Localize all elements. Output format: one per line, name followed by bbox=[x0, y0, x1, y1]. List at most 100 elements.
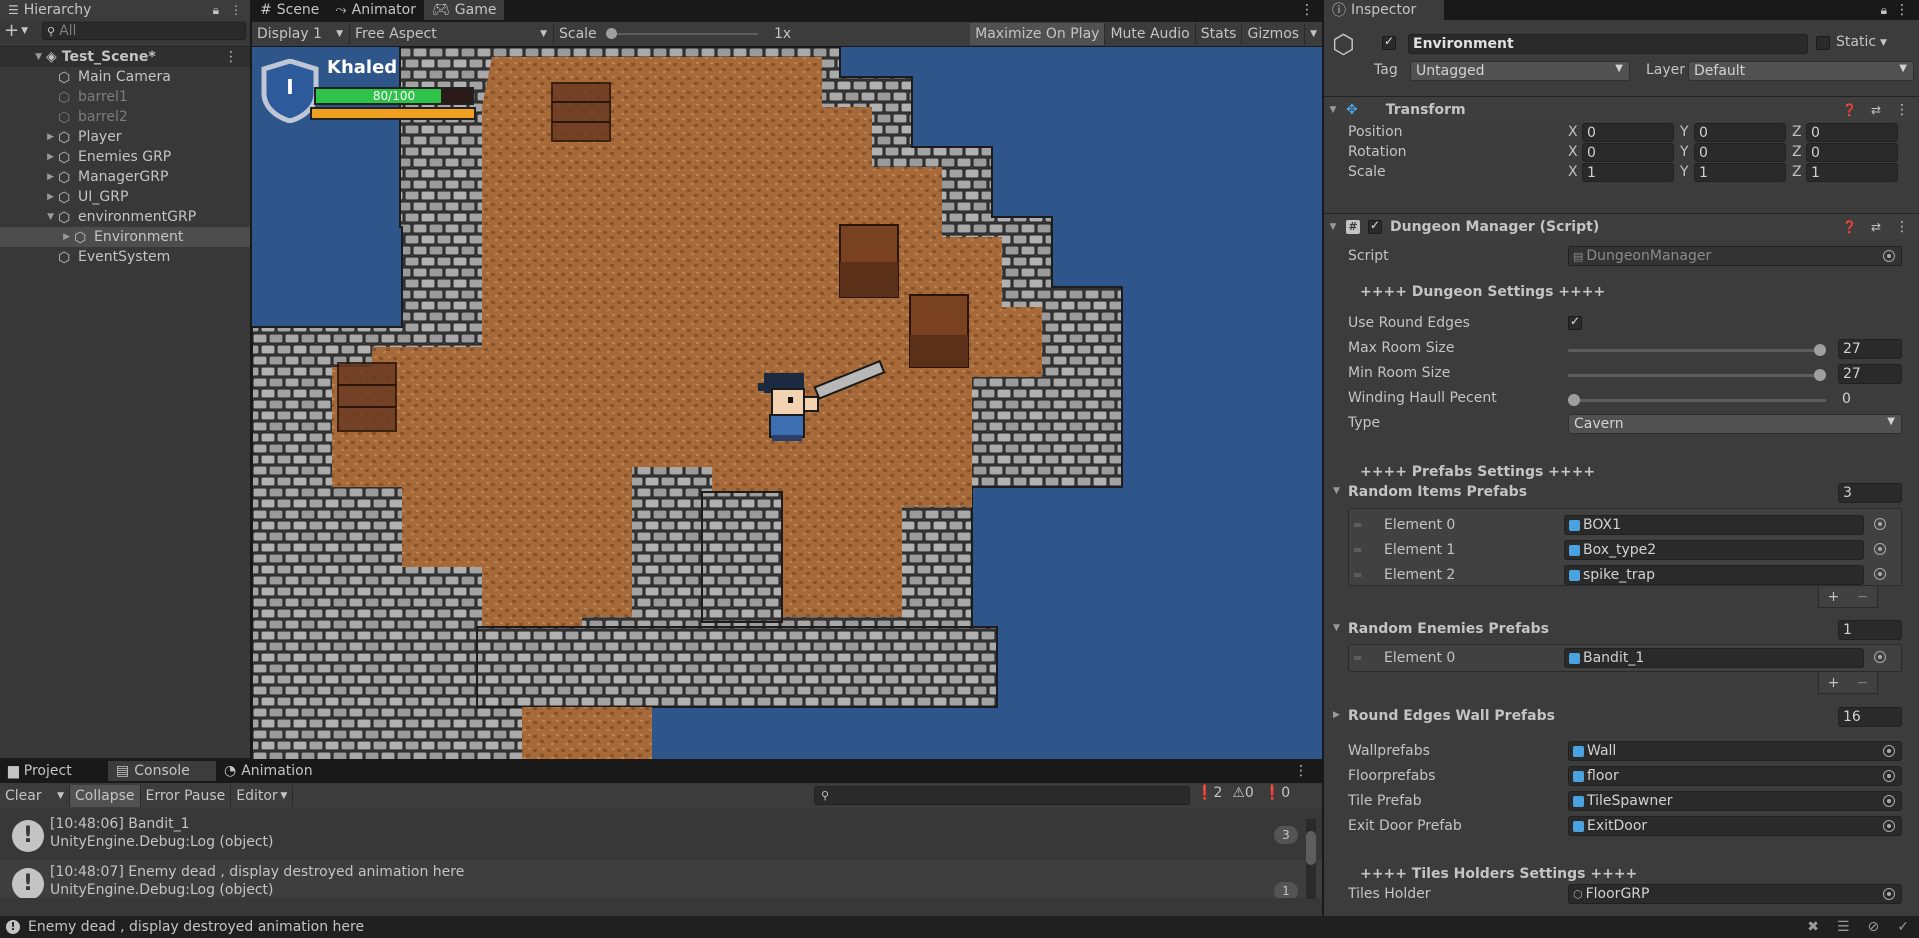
fold-arrow-icon[interactable]: ▼ bbox=[1333, 623, 1340, 633]
max-room-field[interactable]: 27 bbox=[1838, 339, 1902, 359]
transform-z-field[interactable]: 0 bbox=[1806, 123, 1898, 142]
object-picker-icon[interactable] bbox=[1883, 745, 1895, 757]
script-enabled-checkbox[interactable] bbox=[1368, 218, 1382, 234]
cache-icon[interactable]: ☰ bbox=[1837, 919, 1850, 935]
min-room-slider[interactable] bbox=[1568, 374, 1826, 377]
tab-console[interactable]: ▤ Console bbox=[108, 761, 216, 781]
tag-dropdown[interactable]: Untagged ▼ bbox=[1410, 61, 1630, 81]
clear-button[interactable]: Clear ▼ bbox=[0, 785, 70, 807]
prefab-ref-field[interactable]: floor bbox=[1568, 766, 1902, 786]
scene-menu-icon[interactable]: ⋮ bbox=[224, 49, 238, 65]
status-message[interactable]: Enemy dead , display destroyed animation… bbox=[28, 919, 364, 935]
progress-icon[interactable]: ✓ bbox=[1897, 919, 1909, 935]
static-checkbox[interactable] bbox=[1816, 36, 1830, 50]
editor-dropdown[interactable]: Editor ▼ bbox=[231, 785, 294, 807]
hierarchy-item[interactable]: ▶ ⬡ Enemies GRP bbox=[0, 147, 250, 167]
bottom-more-icon[interactable]: ⋮ bbox=[1294, 763, 1308, 779]
fold-arrow-icon[interactable]: ▼ bbox=[1333, 486, 1340, 496]
round-walls-count[interactable]: 16 bbox=[1838, 707, 1902, 727]
fold-arrow-icon[interactable]: ▼ bbox=[0, 212, 58, 222]
error-filter[interactable]: ❗2 bbox=[1196, 785, 1222, 801]
scrollbar-thumb[interactable] bbox=[1306, 831, 1316, 865]
inspector-more-icon[interactable]: ⋮ bbox=[1895, 2, 1909, 18]
object-name-field[interactable]: Environment bbox=[1408, 34, 1808, 54]
min-room-slider-knob[interactable] bbox=[1814, 369, 1826, 381]
transform-header[interactable]: ▼ ✥ Transform ❓ ⇄ ⋮ bbox=[1324, 96, 1919, 122]
log-entry[interactable]: ! [10:48:06] Bandit_1 UnityEngine.Debug:… bbox=[0, 812, 1322, 860]
gizmos-dropdown-icon[interactable]: ▼ bbox=[1305, 23, 1322, 45]
element-object-field[interactable]: BOX1 bbox=[1564, 515, 1864, 535]
transform-x-field[interactable]: 1 bbox=[1582, 163, 1674, 182]
object-picker-icon[interactable] bbox=[1883, 795, 1895, 807]
aspect-dropdown[interactable]: Free Aspect ▼ bbox=[350, 23, 554, 45]
hierarchy-item[interactable]: ⬡ EventSystem bbox=[0, 247, 250, 267]
hierarchy-item[interactable]: ▶ ⬡ UI_GRP bbox=[0, 187, 250, 207]
hierarchy-search[interactable]: ⚲ All bbox=[42, 22, 246, 40]
fold-arrow-icon[interactable]: ▼ bbox=[1324, 105, 1342, 115]
max-room-slider-knob[interactable] bbox=[1814, 344, 1826, 356]
fold-arrow-icon[interactable]: ▶ bbox=[0, 172, 58, 182]
object-picker-icon[interactable] bbox=[1883, 770, 1895, 782]
collapse-button[interactable]: Collapse bbox=[70, 785, 141, 807]
object-picker-icon[interactable] bbox=[1883, 888, 1895, 900]
hierarchy-item[interactable]: ▼ ⬡ environmentGRP bbox=[0, 207, 250, 227]
object-picker-icon[interactable] bbox=[1874, 651, 1886, 663]
drag-handle-icon[interactable]: ═ bbox=[1354, 651, 1361, 665]
tab-scene[interactable]: # Scene bbox=[252, 0, 327, 20]
winding-slider[interactable] bbox=[1568, 399, 1826, 402]
fold-arrow-icon[interactable]: ▶ bbox=[1333, 710, 1340, 720]
transform-y-field[interactable]: 0 bbox=[1694, 143, 1786, 162]
random-enemies-count[interactable]: 1 bbox=[1838, 620, 1902, 640]
add-element-button[interactable]: + bbox=[1828, 589, 1840, 605]
gizmos-button[interactable]: Gizmos bbox=[1242, 23, 1306, 45]
transform-x-field[interactable]: 0 bbox=[1582, 123, 1674, 142]
tab-hierarchy[interactable]: ☰ Hierarchy 🔒︎ ⋮ bbox=[0, 0, 250, 20]
active-checkbox[interactable] bbox=[1382, 34, 1396, 50]
object-picker-icon[interactable] bbox=[1883, 820, 1895, 832]
winding-field[interactable]: 0 bbox=[1838, 389, 1902, 409]
lock-icon[interactable]: 🔒︎ bbox=[1881, 3, 1887, 18]
warning-filter[interactable]: ⚠0 bbox=[1232, 785, 1253, 801]
log-entry[interactable]: ! [10:48:07] Enemy dead , display destro… bbox=[0, 860, 1322, 898]
console-search[interactable]: ⚲ bbox=[814, 786, 1190, 805]
prefab-ref-field[interactable]: Wall bbox=[1568, 741, 1902, 761]
maximize-on-play-button[interactable]: Maximize On Play bbox=[970, 23, 1106, 45]
info-filter[interactable]: ❗0 bbox=[1264, 785, 1290, 801]
stats-button[interactable]: Stats bbox=[1196, 23, 1243, 45]
static-toggle[interactable] bbox=[1816, 36, 1830, 54]
fold-arrow-icon[interactable]: ▶ bbox=[0, 232, 74, 242]
fold-arrow-icon[interactable]: ▶ bbox=[0, 132, 58, 142]
fold-arrow-icon[interactable]: ▶ bbox=[0, 192, 58, 202]
random-enemies-label[interactable]: Random Enemies Prefabs bbox=[1348, 621, 1549, 637]
component-menu-icon[interactable]: ⋮ bbox=[1895, 102, 1909, 118]
lock-icon[interactable]: 🔒︎ bbox=[213, 3, 219, 18]
max-room-slider[interactable] bbox=[1568, 349, 1826, 352]
error-pause-button[interactable]: Error Pause bbox=[141, 785, 232, 807]
active-toggle[interactable] bbox=[1382, 34, 1396, 54]
min-room-field[interactable]: 27 bbox=[1838, 364, 1902, 384]
fold-arrow-icon[interactable]: ▼ bbox=[1324, 222, 1342, 232]
add-element-button[interactable]: + bbox=[1828, 675, 1840, 691]
element-object-field[interactable]: Bandit_1 bbox=[1564, 648, 1864, 668]
prefab-ref-field[interactable]: TileSpawner bbox=[1568, 791, 1902, 811]
hierarchy-item[interactable]: ⬡ Main Camera bbox=[0, 67, 250, 87]
scene-row[interactable]: ▼ ◈ Test_Scene* ⋮ bbox=[0, 47, 250, 67]
tiles-holder-field[interactable]: ⬡ FloorGRP bbox=[1568, 884, 1902, 904]
prefab-ref-field[interactable]: ExitDoor bbox=[1568, 816, 1902, 836]
hierarchy-item[interactable]: ▶ ⬡ Player bbox=[0, 127, 250, 147]
console-scrollbar[interactable] bbox=[1306, 819, 1316, 899]
object-picker-icon[interactable] bbox=[1874, 543, 1886, 555]
transform-z-field[interactable]: 0 bbox=[1806, 143, 1898, 162]
mute-audio-button[interactable]: Mute Audio bbox=[1105, 23, 1196, 45]
scale-slider-knob[interactable] bbox=[606, 28, 617, 39]
fold-arrow-icon[interactable]: ▶ bbox=[0, 152, 58, 162]
object-picker-icon[interactable] bbox=[1874, 568, 1886, 580]
transform-z-field[interactable]: 1 bbox=[1806, 163, 1898, 182]
type-dropdown[interactable]: Cavern ▼ bbox=[1568, 414, 1902, 434]
remove-element-button[interactable]: − bbox=[1857, 675, 1869, 691]
layer-dropdown[interactable]: Default ▼ bbox=[1688, 61, 1914, 81]
object-picker-icon[interactable] bbox=[1874, 518, 1886, 530]
presets-icon[interactable]: ⇄ bbox=[1871, 103, 1881, 117]
component-menu-icon[interactable]: ⋮ bbox=[1895, 219, 1909, 235]
static-dropdown[interactable]: Static ▼ bbox=[1836, 34, 1887, 52]
